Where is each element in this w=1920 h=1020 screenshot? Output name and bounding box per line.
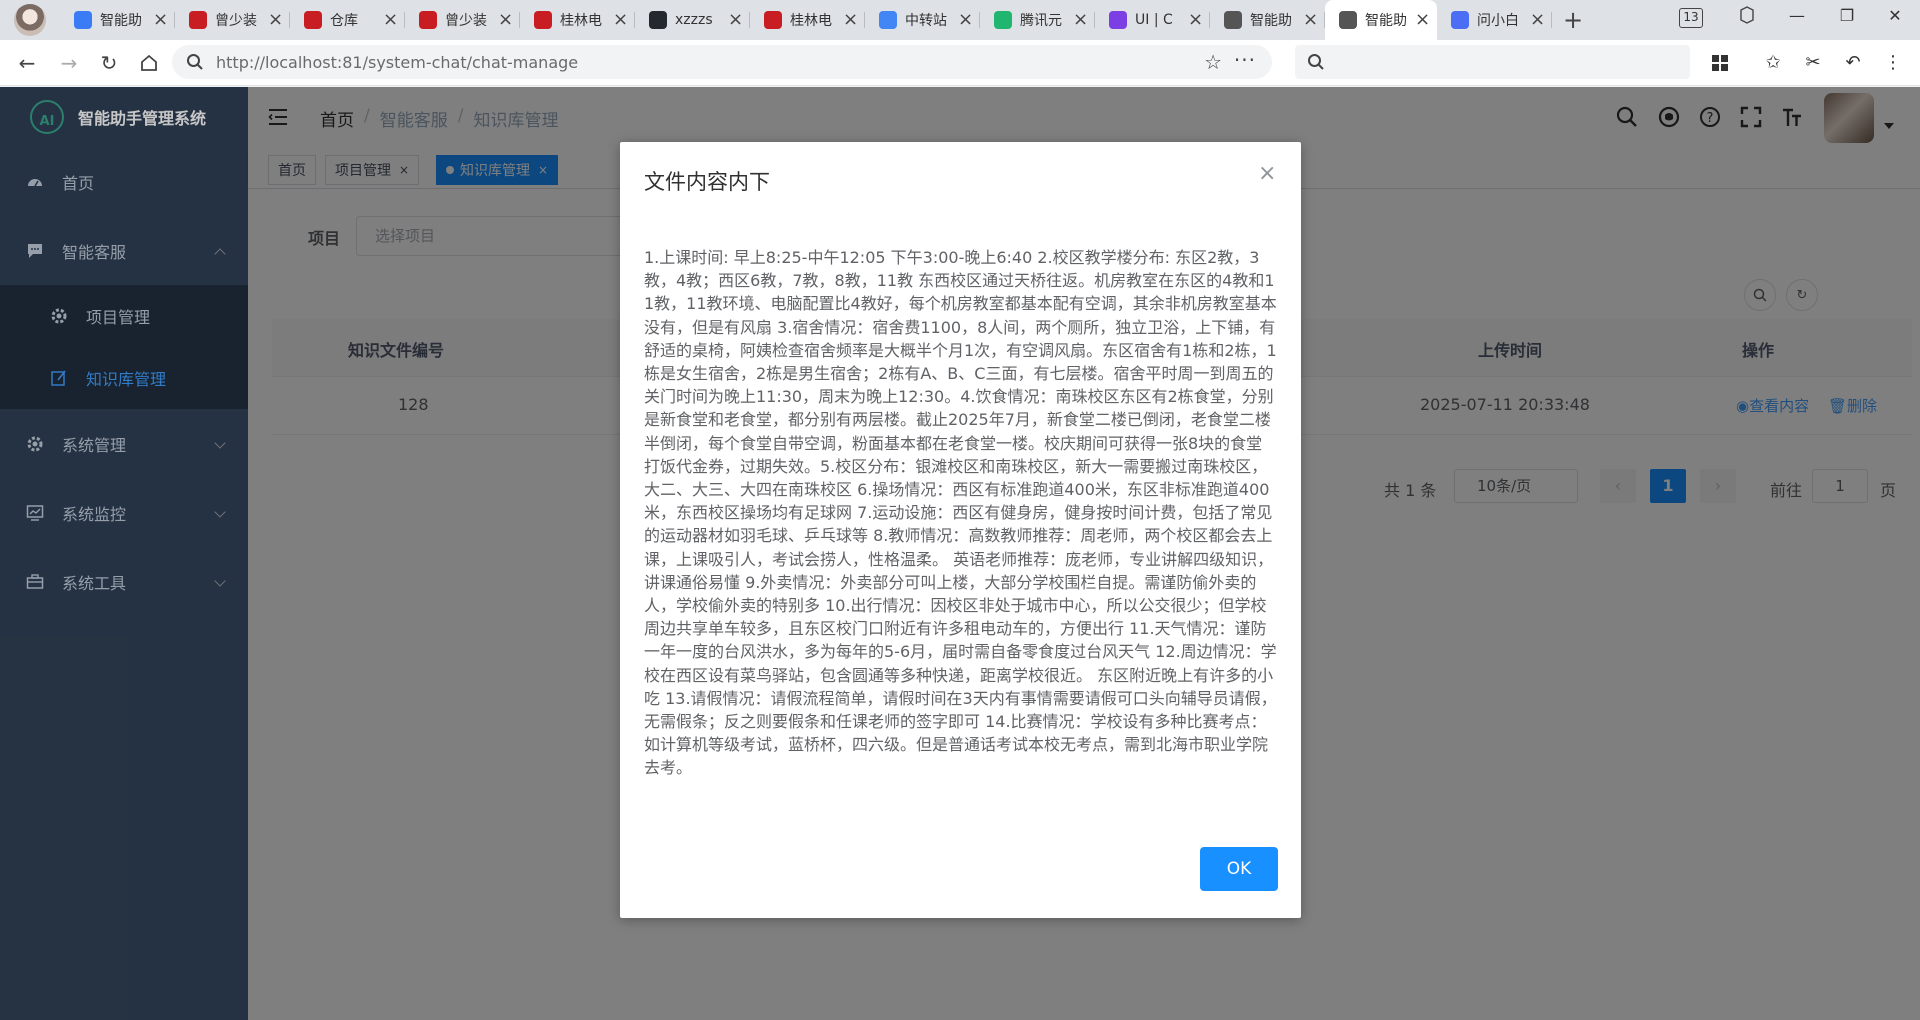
apps-icon[interactable]	[1707, 50, 1733, 76]
close-tab-icon[interactable]: ×	[268, 11, 283, 29]
browser-tab-title: 问小白	[1477, 13, 1519, 29]
browser-tab-title: 桂林电	[790, 13, 832, 29]
tab-count-badge[interactable]: 13	[1679, 8, 1703, 28]
close-tab-icon[interactable]: ×	[1530, 11, 1545, 29]
menu-icon[interactable]: ⋮	[1880, 50, 1906, 76]
browser-tab[interactable]: 曾少装 ×	[175, 0, 290, 40]
browser-tab[interactable]: 智能助 ×	[1325, 0, 1437, 40]
gitee-icon	[419, 11, 437, 29]
chrome-icon	[879, 11, 897, 29]
browser-tab-title: 仓库	[330, 13, 358, 29]
browser-tab-title: 曾少装	[445, 13, 487, 29]
back-icon[interactable]: ←	[14, 50, 40, 76]
search-icon	[186, 53, 204, 75]
shield-icon	[1109, 11, 1127, 29]
browser-tab-title: 桂林电	[560, 13, 602, 29]
close-tab-icon[interactable]: ×	[1415, 11, 1430, 29]
browser-tab[interactable]: 问小白 ×	[1437, 0, 1552, 40]
restore-button[interactable]: ❐	[1832, 6, 1862, 30]
profile-avatar[interactable]	[14, 4, 46, 36]
browser-tab-title: xzzzs	[675, 12, 713, 28]
browser-tab-title: 智能助	[1365, 13, 1407, 29]
url-text: http://localhost:81/system-chat/chat-man…	[216, 52, 579, 72]
browser-tab[interactable]: 桂林电 ×	[750, 0, 865, 40]
browser-tab-bar: 智能助 × 曾少装 × 仓库 × 曾少装 × 桂林电 × xzzzs × 桂林电 × 中转站 × 腾讯元 × UI …	[0, 0, 1920, 40]
close-tab-icon[interactable]: ×	[613, 11, 628, 29]
more-icon[interactable]: ···	[1234, 48, 1256, 72]
browser-tab[interactable]: 智能助 ×	[1210, 0, 1325, 40]
browser-tab[interactable]: 曾少装 ×	[405, 0, 520, 40]
gitee-icon	[304, 11, 322, 29]
modal-overlay-sidebar	[0, 87, 248, 1020]
browser-search-input[interactable]	[1295, 45, 1690, 79]
close-tab-icon[interactable]: ×	[843, 11, 858, 29]
close-window-button[interactable]: ✕	[1880, 6, 1910, 30]
browser-tab[interactable]: 中转站 ×	[865, 0, 980, 40]
minimize-button[interactable]: —	[1782, 6, 1812, 30]
search-icon	[1307, 53, 1325, 75]
browser-tab[interactable]: xzzzs ×	[635, 0, 750, 40]
scissors-icon[interactable]: ✂	[1800, 50, 1826, 76]
browser-tab-title: 曾少装	[215, 13, 257, 29]
github-icon	[649, 11, 667, 29]
browser-tab-title: 腾讯元	[1020, 13, 1062, 29]
browser-tab-title: 智能助	[1250, 13, 1292, 29]
browser-tab[interactable]: 腾讯元 ×	[980, 0, 1095, 40]
globe-icon	[1224, 11, 1242, 29]
dialog-title: 文件内容内下	[644, 170, 770, 194]
ok-button[interactable]: OK	[1200, 847, 1278, 891]
file-content-dialog: 文件内容内下 × 1.上课时间: 早上8:25-中午12:05 下午3:00-晚…	[620, 142, 1301, 918]
close-tab-icon[interactable]: ×	[383, 11, 398, 29]
close-tab-icon[interactable]: ×	[1188, 11, 1203, 29]
close-tab-icon[interactable]: ×	[153, 11, 168, 29]
reload-icon[interactable]: ↻	[96, 50, 122, 76]
close-tab-icon[interactable]: ×	[1303, 11, 1318, 29]
gitee-icon	[764, 11, 782, 29]
close-tab-icon[interactable]: ×	[498, 11, 513, 29]
new-tab-button[interactable]: +	[1558, 6, 1588, 34]
browser-tab-title: 中转站	[905, 13, 947, 29]
browser-tab[interactable]: 智能助 ×	[60, 0, 175, 40]
undo-icon[interactable]: ↶	[1840, 50, 1866, 76]
chat-icon	[1451, 11, 1469, 29]
gitee-icon	[189, 11, 207, 29]
star-icon[interactable]: ☆	[1204, 50, 1222, 74]
home-icon[interactable]	[136, 50, 162, 76]
robot-icon	[74, 11, 92, 29]
browser-tab-title: UI | C	[1135, 12, 1173, 28]
close-tab-icon[interactable]: ×	[958, 11, 973, 29]
browser-tab-title: 智能助	[100, 13, 142, 29]
url-input[interactable]: http://localhost:81/system-chat/chat-man…	[172, 45, 1272, 79]
browser-tab[interactable]: UI | C ×	[1095, 0, 1210, 40]
close-tab-icon[interactable]: ×	[728, 11, 743, 29]
forward-icon[interactable]: →	[56, 50, 82, 76]
browser-address-bar: ← → ↻ http://localhost:81/system-chat/ch…	[0, 40, 1920, 86]
gitee-icon	[534, 11, 552, 29]
close-icon[interactable]: ×	[1258, 163, 1276, 185]
browser-tab[interactable]: 仓库 ×	[290, 0, 405, 40]
globe-icon	[1339, 11, 1357, 29]
tencent-icon	[994, 11, 1012, 29]
dialog-content: 1.上课时间: 早上8:25-中午12:05 下午3:00-晚上6:40 2.校…	[644, 248, 1277, 778]
browser-tab[interactable]: 桂林电 ×	[520, 0, 635, 40]
collections-icon[interactable]	[1732, 6, 1762, 30]
favorites-icon[interactable]: ✩	[1760, 50, 1786, 76]
close-tab-icon[interactable]: ×	[1073, 11, 1088, 29]
